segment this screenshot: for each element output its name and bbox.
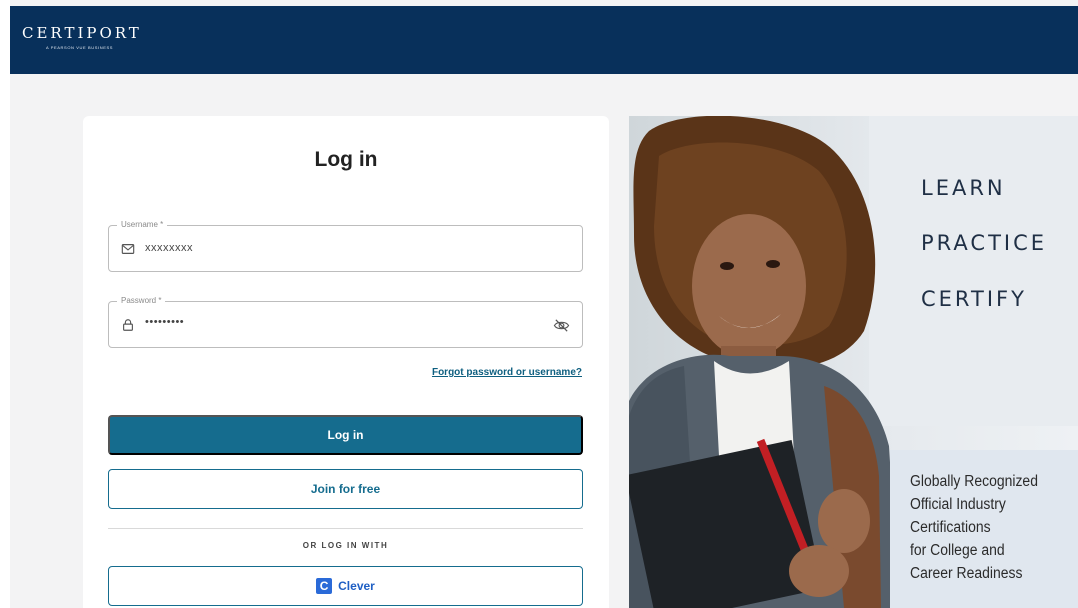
- logo-wordmark: CERTIPORT: [22, 24, 142, 42]
- clever-login-button[interactable]: C Clever: [108, 566, 583, 606]
- clever-label: Clever: [338, 579, 375, 593]
- tagline-certify: CERTIFY: [921, 287, 1027, 311]
- tagline-practice: PRACTICE: [921, 231, 1048, 255]
- benefit-text: Globally Recognized Official Industry Ce…: [910, 473, 1038, 582]
- clever-icon: C: [316, 578, 333, 594]
- top-header: CERTIPORT A PEARSON VUE BUSINESS: [10, 6, 1078, 74]
- divider: [108, 528, 583, 529]
- tagline-learn: LEARN: [921, 176, 1006, 200]
- forgot-password-link[interactable]: Forgot password or username?: [432, 367, 582, 378]
- password-field[interactable]: Password * •••••••••: [108, 296, 583, 348]
- username-field[interactable]: Username * xxxxxxxx: [108, 220, 583, 272]
- mail-icon: [121, 244, 135, 254]
- password-label: Password *: [117, 296, 166, 306]
- login-card: [83, 116, 609, 608]
- logo-tagline: A PEARSON VUE BUSINESS: [46, 45, 113, 50]
- eye-off-icon[interactable]: [553, 317, 570, 334]
- username-label: Username *: [117, 220, 168, 230]
- login-button[interactable]: Log in: [108, 415, 583, 455]
- lock-icon: [123, 319, 133, 331]
- certiport-logo[interactable]: CERTIPORT A PEARSON VUE BUSINESS: [22, 24, 142, 50]
- password-input[interactable]: •••••••••: [145, 316, 184, 328]
- page-edge: [0, 0, 10, 608]
- username-input[interactable]: xxxxxxxx: [145, 242, 193, 254]
- join-free-button[interactable]: Join for free: [108, 469, 583, 509]
- certification-benefit-box: Globally Recognized Official Industry Ce…: [890, 450, 1078, 608]
- or-login-with-text: OR LOG IN WITH: [302, 541, 389, 550]
- page-title: Log in: [314, 148, 378, 171]
